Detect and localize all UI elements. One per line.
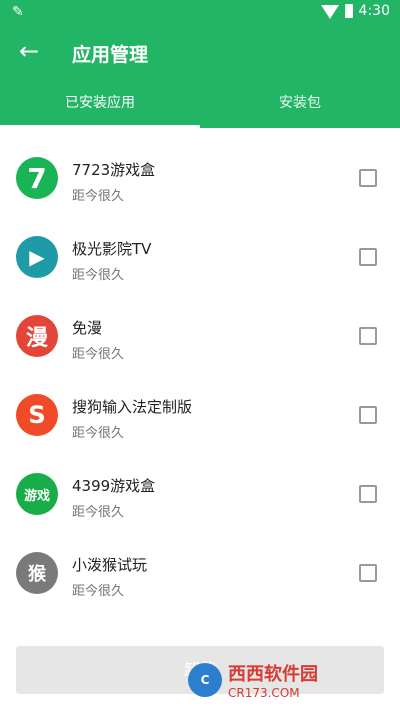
arrow-left-icon: ←	[18, 37, 40, 65]
app-name: 4399游戏盒	[72, 477, 156, 495]
app-name: 7723游戏盒	[72, 161, 156, 179]
watermark: C 西西软件园 CR173.COM	[188, 660, 383, 700]
pencil-icon: ✎	[12, 4, 24, 20]
app-time: 距今很久	[72, 347, 125, 362]
watermark-text: 西西软件园	[228, 664, 318, 685]
app-time: 距今很久	[72, 505, 125, 520]
watermark-site: CR173.COM	[228, 686, 300, 700]
app-list[interactable]: 7 7723游戏盒 距今很久 ▶ 极光影院TV 距今很久 漫 免漫 距今很久 S…	[0, 128, 400, 638]
back-button[interactable]: ←	[14, 36, 44, 66]
watermark-logo: C	[188, 663, 222, 697]
select-checkbox[interactable]	[359, 248, 377, 266]
tab-install-packages[interactable]: 安装包	[200, 80, 400, 128]
app-time: 距今很久	[72, 584, 125, 599]
app-time: 距今很久	[72, 268, 125, 283]
mianman-icon: 漫	[16, 315, 58, 357]
jiguang-icon: ▶	[16, 236, 58, 278]
app-time: 距今很久	[72, 189, 125, 204]
app-name: 搜狗输入法定制版	[72, 398, 193, 416]
monkey-icon: 猴	[16, 552, 58, 594]
tab-bar: 已安装应用 安装包	[0, 80, 400, 128]
toolbar: ← 应用管理	[0, 24, 400, 80]
select-checkbox[interactable]	[359, 327, 377, 345]
app-time: 距今很久	[72, 426, 125, 441]
tab-installed-apps[interactable]: 已安装应用	[0, 80, 200, 128]
status-bar: ✎ 4:30	[0, 0, 400, 24]
select-checkbox[interactable]	[359, 169, 377, 187]
select-checkbox[interactable]	[359, 485, 377, 503]
wifi-icon	[320, 5, 339, 19]
page-title: 应用管理	[72, 44, 149, 66]
list-item[interactable]: 猴 小泼猴试玩 距今很久	[0, 534, 400, 613]
list-item[interactable]: S 搜狗输入法定制版 距今很久	[0, 376, 400, 455]
list-item[interactable]: 漫 免漫 距今很久	[0, 297, 400, 376]
app-name: 极光影院TV	[72, 240, 152, 258]
select-checkbox[interactable]	[359, 406, 377, 424]
list-item[interactable]: ▶ 极光影院TV 距今很久	[0, 218, 400, 297]
sogou-icon: S	[16, 394, 58, 436]
list-item[interactable]: 游戏 4399游戏盒 距今很久	[0, 455, 400, 534]
app-bar: ✎ 4:30 ← 应用管理 已安装应用 安装包	[0, 0, 400, 128]
battery-icon	[344, 4, 353, 18]
app-name: 免漫	[72, 319, 103, 337]
list-item[interactable]: 7 7723游戏盒 距今很久	[0, 139, 400, 218]
status-time: 4:30	[358, 3, 390, 19]
4399-icon: 游戏	[16, 473, 58, 515]
app-name: 小泼猴试玩	[72, 556, 148, 574]
select-checkbox[interactable]	[359, 564, 377, 582]
7723-icon: 7	[16, 157, 58, 199]
